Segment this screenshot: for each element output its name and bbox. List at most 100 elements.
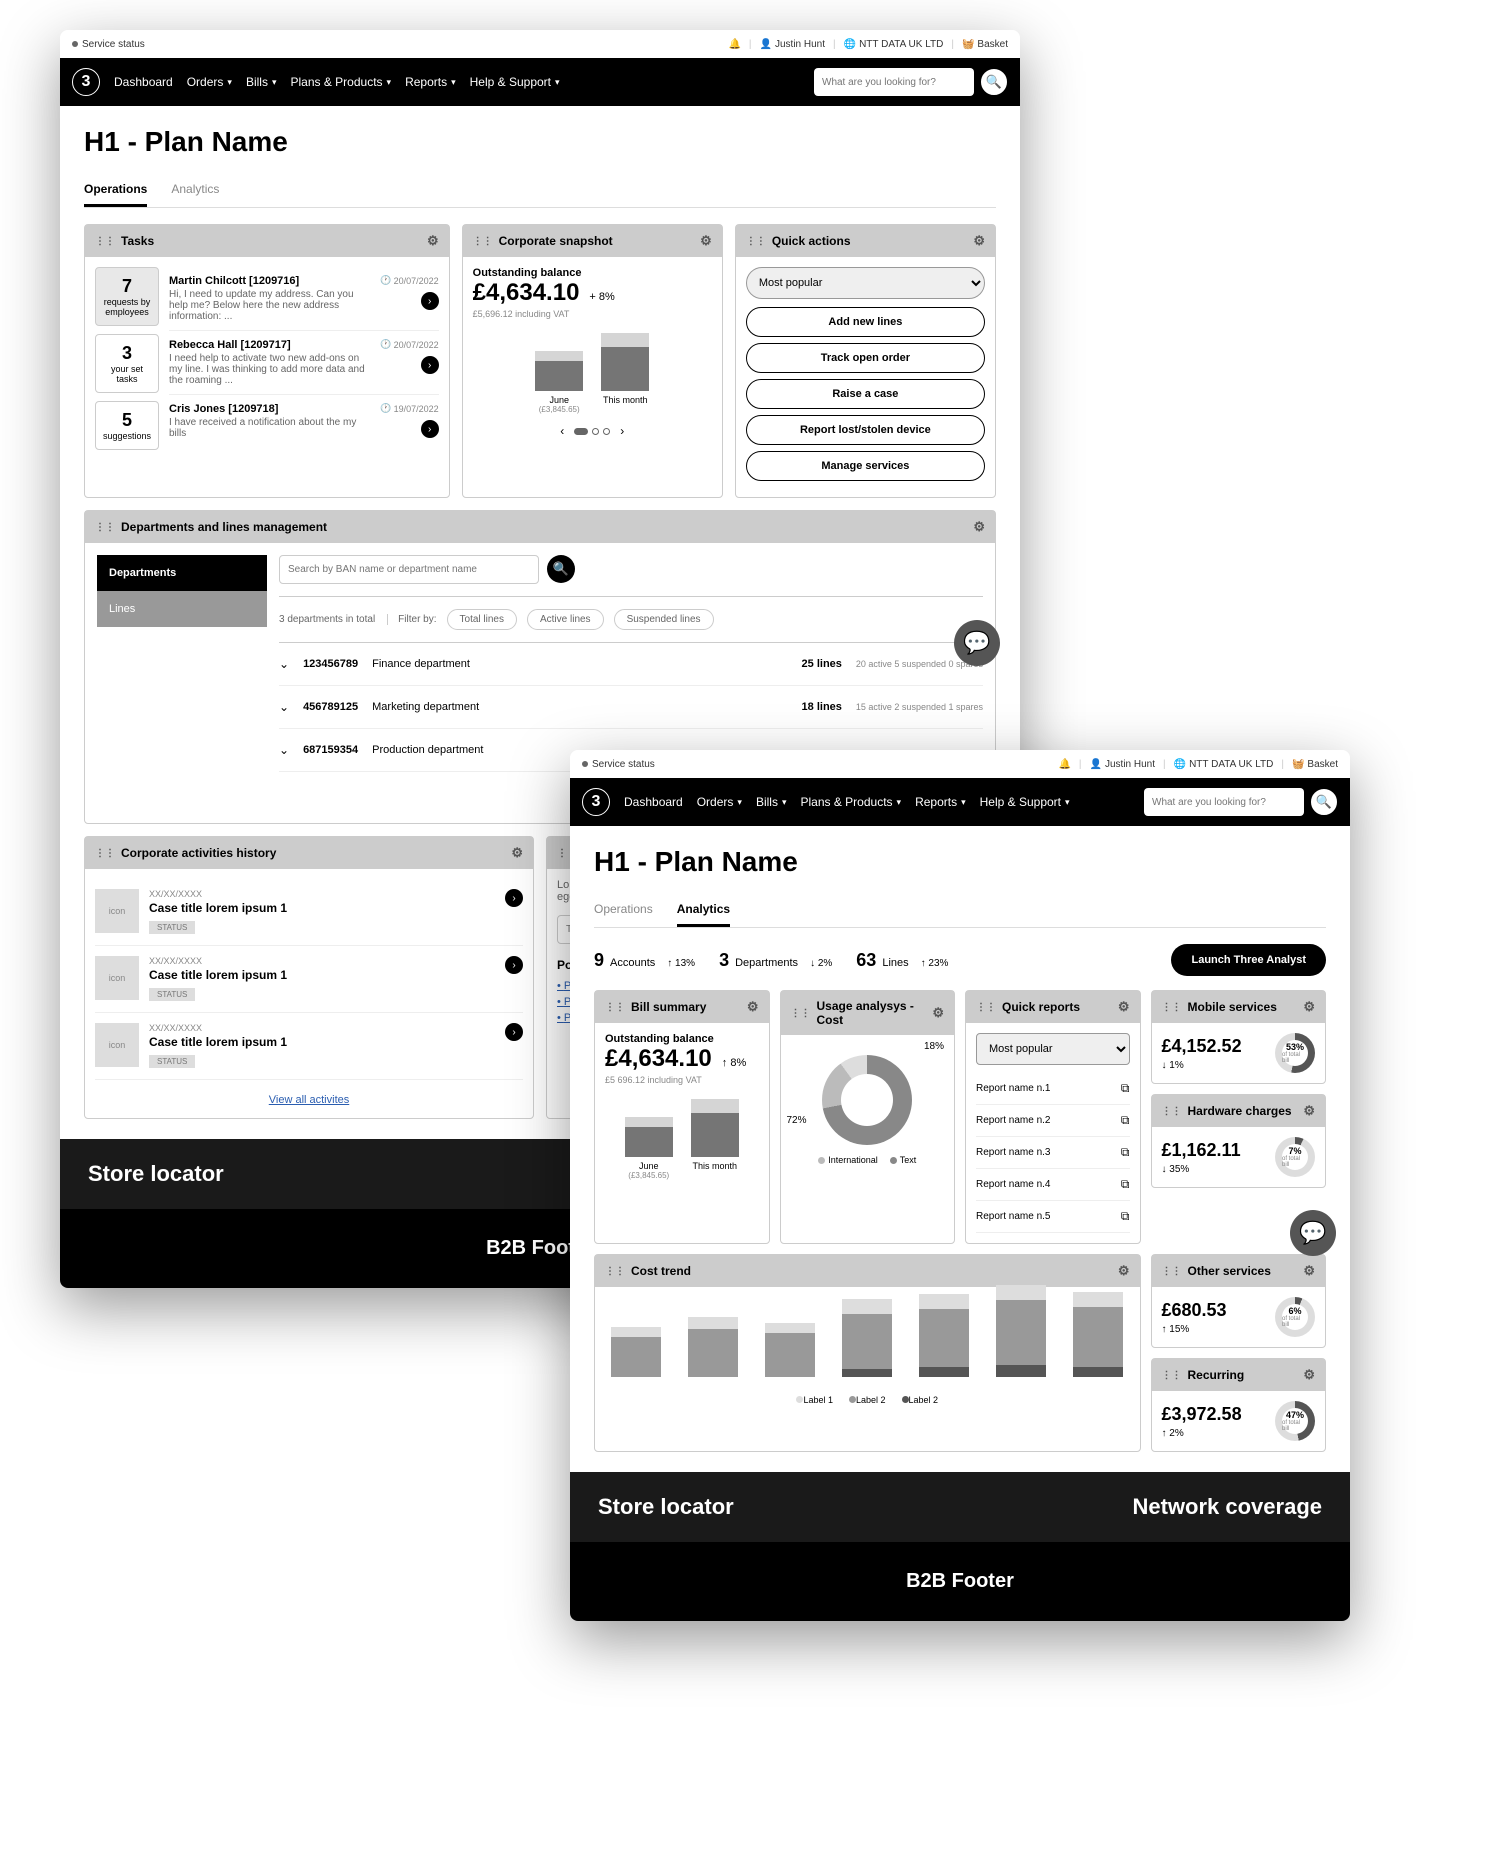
task-message[interactable]: Martin Chilcott [1209716]Hi, I need to u… [169, 267, 439, 330]
gear-icon[interactable]: ⚙ [1303, 999, 1315, 1015]
user-menu[interactable]: 👤 Justin Hunt [760, 39, 825, 50]
nav-help[interactable]: Help & Support▾ [980, 795, 1070, 809]
three-logo[interactable]: 3 [582, 788, 610, 816]
external-link-icon[interactable]: ⧉ [1121, 1209, 1130, 1224]
three-logo[interactable]: 3 [72, 68, 100, 96]
pager-prev[interactable]: ‹ [560, 424, 564, 438]
service-status[interactable]: Service status [582, 759, 655, 770]
service-status[interactable]: Service status [72, 39, 145, 50]
expand-icon[interactable]: ⌄ [279, 657, 289, 671]
filter-chip[interactable]: Total lines [447, 609, 517, 630]
quick-action-button[interactable]: Track open order [746, 343, 985, 373]
gear-icon[interactable]: ⚙ [973, 233, 985, 249]
nav-reports[interactable]: Reports▾ [915, 795, 966, 809]
nav-bills[interactable]: Bills▾ [756, 795, 787, 809]
dept-search-input[interactable] [279, 555, 539, 584]
expand-icon[interactable]: ⌄ [279, 700, 289, 714]
external-link-icon[interactable]: ⧉ [1121, 1177, 1130, 1192]
nav-orders[interactable]: Orders▾ [187, 75, 232, 89]
company-menu[interactable]: 🌐 NTT DATA UK LTD [1174, 759, 1274, 770]
nav-dashboard[interactable]: Dashboard [624, 795, 683, 809]
search-button[interactable]: 🔍 [1310, 788, 1338, 816]
gear-icon[interactable]: ⚙ [1303, 1367, 1315, 1383]
report-row[interactable]: Report name n.3⧉ [976, 1137, 1130, 1169]
open-arrow-icon[interactable]: › [421, 356, 439, 374]
network-coverage-link[interactable]: Network coverage [1132, 1494, 1322, 1520]
drag-handle-icon[interactable]: ⋮⋮ [95, 522, 115, 533]
report-row[interactable]: Report name n.5⧉ [976, 1201, 1130, 1233]
global-search-input[interactable] [814, 68, 974, 96]
sidebar-lines[interactable]: Lines [97, 591, 267, 627]
gear-icon[interactable]: ⚙ [973, 519, 985, 535]
gear-icon[interactable]: ⚙ [1303, 1263, 1315, 1279]
task-message[interactable]: Cris Jones [1209718]I have received a no… [169, 394, 439, 447]
nav-plans[interactable]: Plans & Products▾ [800, 795, 901, 809]
quick-action-button[interactable]: Report lost/stolen device [746, 415, 985, 445]
dept-search-button[interactable]: 🔍 [547, 555, 575, 583]
task-count-set[interactable]: 3your set tasks [95, 334, 159, 393]
chat-fab[interactable]: 💬 [954, 620, 1000, 666]
open-arrow-icon[interactable]: › [505, 1023, 523, 1041]
drag-handle-icon[interactable]: ⋮⋮ [473, 236, 493, 247]
task-message[interactable]: Rebecca Hall [1209717]I need help to act… [169, 330, 439, 394]
quick-action-button[interactable]: Manage services [746, 451, 985, 481]
user-menu[interactable]: 👤 Justin Hunt [1090, 759, 1155, 770]
report-row[interactable]: Report name n.2⧉ [976, 1105, 1130, 1137]
activity-row[interactable]: icon XX/XX/XXXXCase title lorem ipsum 1S… [95, 946, 523, 1013]
gear-icon[interactable]: ⚙ [1118, 1263, 1130, 1279]
expand-icon[interactable]: ⌄ [279, 743, 289, 757]
report-row[interactable]: Report name n.4⧉ [976, 1169, 1130, 1201]
global-search-input[interactable] [1144, 788, 1304, 816]
filter-chip[interactable]: Suspended lines [614, 609, 714, 630]
basket-link[interactable]: 🧺 Basket [1292, 759, 1338, 770]
task-count-requests[interactable]: 7requests by employees [95, 267, 159, 326]
external-link-icon[interactable]: ⧉ [1121, 1113, 1130, 1128]
nav-help[interactable]: Help & Support▾ [470, 75, 560, 89]
task-count-suggestions[interactable]: 5suggestions [95, 401, 159, 450]
gear-icon[interactable]: ⚙ [1303, 1103, 1315, 1119]
search-button[interactable]: 🔍 [980, 68, 1008, 96]
open-arrow-icon[interactable]: › [421, 292, 439, 310]
quick-action-button[interactable]: Add new lines [746, 307, 985, 337]
pager-next[interactable]: › [620, 424, 624, 438]
nav-reports[interactable]: Reports▾ [405, 75, 456, 89]
external-link-icon[interactable]: ⧉ [1121, 1145, 1130, 1160]
nav-plans[interactable]: Plans & Products▾ [290, 75, 391, 89]
gear-icon[interactable]: ⚙ [1118, 999, 1130, 1015]
open-arrow-icon[interactable]: › [421, 420, 439, 438]
quick-actions-select[interactable]: Most popular [746, 267, 985, 299]
tab-operations[interactable]: Operations [594, 894, 653, 927]
quick-action-button[interactable]: Raise a case [746, 379, 985, 409]
company-menu[interactable]: 🌐 NTT DATA UK LTD [844, 39, 944, 50]
gear-icon[interactable]: ⚙ [747, 999, 759, 1015]
department-row[interactable]: ⌄ 123456789Finance department 25 lines20… [279, 643, 983, 686]
open-arrow-icon[interactable]: › [505, 889, 523, 907]
tab-analytics[interactable]: Analytics [171, 174, 219, 207]
filter-chip[interactable]: Active lines [527, 609, 604, 630]
external-link-icon[interactable]: ⧉ [1121, 1081, 1130, 1096]
tab-operations[interactable]: Operations [84, 174, 147, 207]
nav-orders[interactable]: Orders▾ [697, 795, 742, 809]
tab-analytics[interactable]: Analytics [677, 894, 730, 927]
gear-icon[interactable]: ⚙ [932, 1005, 944, 1021]
view-all-link[interactable]: View all activites [269, 1094, 350, 1106]
drag-handle-icon[interactable]: ⋮⋮ [746, 236, 766, 247]
gear-icon[interactable]: ⚙ [427, 233, 439, 249]
gear-icon[interactable]: ⚙ [700, 233, 712, 249]
report-select[interactable]: Most popular [976, 1033, 1130, 1065]
chat-fab[interactable]: 💬 [1290, 1210, 1336, 1256]
gear-icon[interactable]: ⚙ [511, 845, 523, 861]
open-arrow-icon[interactable]: › [505, 956, 523, 974]
activity-row[interactable]: icon XX/XX/XXXXCase title lorem ipsum 1S… [95, 879, 523, 946]
notifications-icon[interactable]: 🔔 [1058, 759, 1070, 770]
report-row[interactable]: Report name n.1⧉ [976, 1073, 1130, 1105]
notifications-icon[interactable]: 🔔 [728, 39, 740, 50]
activity-row[interactable]: icon XX/XX/XXXXCase title lorem ipsum 1S… [95, 1013, 523, 1080]
drag-handle-icon[interactable]: ⋮⋮ [95, 848, 115, 859]
store-locator-link[interactable]: Store locator [598, 1494, 734, 1520]
basket-link[interactable]: 🧺 Basket [962, 39, 1008, 50]
nav-bills[interactable]: Bills▾ [246, 75, 277, 89]
drag-handle-icon[interactable]: ⋮⋮ [95, 236, 115, 247]
launch-analyst-button[interactable]: Launch Three Analyst [1171, 944, 1326, 976]
department-row[interactable]: ⌄ 456789125Marketing department 18 lines… [279, 686, 983, 729]
